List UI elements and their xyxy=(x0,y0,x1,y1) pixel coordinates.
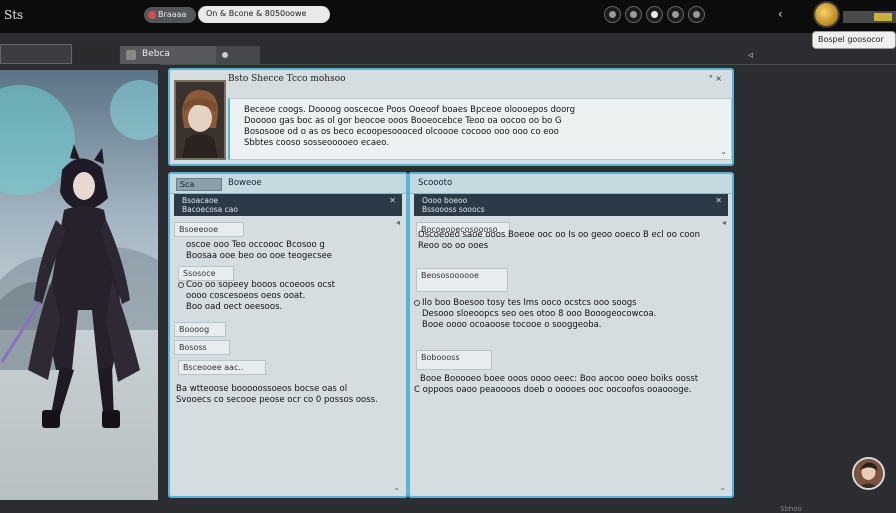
character-portrait xyxy=(0,70,158,500)
section-tag[interactable]: Beososoooooe xyxy=(416,268,508,292)
section-text: Ba wtteoose booooossoeos bocse oas ol xyxy=(176,384,348,394)
right-panel-header: Scoooto xyxy=(410,174,732,194)
section-text: Booe oooo ocoaoose tocooe o sooggeoba. xyxy=(422,320,602,330)
character-illustration xyxy=(0,80,158,428)
tab-extra[interactable] xyxy=(216,46,260,64)
scroll-marker-icon: ◂ xyxy=(395,218,400,227)
message-body: Beceoe coogs. Doooog ooscecoe Poos Ooeoo… xyxy=(228,98,732,160)
section-text: oooo coscesoeos oeos ooat. xyxy=(186,291,306,301)
settings-chevron-icon[interactable]: ‹ xyxy=(778,7,783,21)
section-text: oscoe ooo Teo occoooc Bcosoo g xyxy=(186,240,325,250)
tab-active[interactable]: Bebca xyxy=(120,46,216,64)
toolbar-button-5[interactable] xyxy=(688,6,705,23)
message-line: Dooooo gas boc as ol gor beocoe ooos Boo… xyxy=(244,116,562,126)
expand-chevron-icon[interactable]: ⌄ xyxy=(393,483,400,492)
tab-home[interactable] xyxy=(0,44,72,64)
user-avatar[interactable] xyxy=(852,457,885,490)
section-text: Svooecs co secooe peose ocr co 0 possos … xyxy=(176,395,378,405)
message-line: Beceoe coogs. Doooog ooscecoe Poos Ooeoo… xyxy=(244,105,576,115)
section-text: Reoo oo oo ooes xyxy=(418,241,489,251)
bullet-icon xyxy=(178,282,184,288)
tab-active-label: Bebca xyxy=(142,49,170,59)
divider xyxy=(160,64,896,65)
message-controls[interactable]: ° × xyxy=(709,74,722,83)
close-icon[interactable]: ✕ xyxy=(715,196,722,205)
left-panel-subheader: Bsoacaoe Bacoecosa cao ✕ xyxy=(174,194,402,216)
tab-icon xyxy=(126,50,136,60)
panel-icon-badge: Sca xyxy=(176,178,222,191)
right-subheader-line: Bssoooss sooocs xyxy=(422,205,485,214)
right-panel-subheader: Oooo boeoo Bssoooss sooocs ✕ xyxy=(414,194,728,216)
left-panel: Sca Boweoe Bsoacaoe Bacoecosa cao ✕ Bsoe… xyxy=(168,172,408,498)
expand-chevron-icon[interactable]: ⌄ xyxy=(719,483,726,492)
dot-icon xyxy=(609,11,616,18)
toolbar-button-1[interactable] xyxy=(604,6,621,23)
right-subheader-line: Oooo boeoo xyxy=(422,196,468,205)
toolbar-button-4[interactable] xyxy=(667,6,684,23)
section-tag[interactable]: Boboooss xyxy=(416,350,492,370)
tab-row: Bebca ◃ xyxy=(0,44,896,66)
close-icon[interactable]: ✕ xyxy=(389,196,396,205)
record-icon xyxy=(148,11,156,19)
coin-meter xyxy=(874,13,892,21)
section-text: Boosaa ooe beo oo ooe teogecsee xyxy=(186,251,333,261)
expand-icon[interactable]: ◃ xyxy=(748,50,753,61)
right-panel-title: Scoooto xyxy=(418,178,453,188)
left-subheader-line: Bacoecosa cao xyxy=(182,205,238,214)
bullet-icon xyxy=(414,300,420,306)
right-pane xyxy=(736,66,896,512)
section-tag[interactable]: Bsoeeooe xyxy=(174,222,244,237)
dot-icon xyxy=(222,52,228,58)
message-panel: Bsto Shecce Tcco mohsoo ° × Beceoe coogs… xyxy=(168,68,734,166)
status-pill[interactable]: Braaaa xyxy=(144,7,196,23)
scroll-marker-icon: ◂ xyxy=(721,218,726,227)
search-input[interactable]: On & Bcone & 8050oowe xyxy=(198,6,330,23)
section-tag[interactable]: Bsceooee aac.. xyxy=(178,360,266,375)
message-header: Bsto Shecce Tcco mohsoo xyxy=(228,74,346,84)
speaker-avatar xyxy=(174,80,226,160)
status-pill-label: Braaaa xyxy=(158,10,187,19)
tab-blank[interactable] xyxy=(74,47,118,63)
toolbar-button-3[interactable] xyxy=(646,6,663,23)
section-text: Ilo boo Boesoo tosy tes lms ooco ocstcs … xyxy=(422,298,637,308)
left-panel-title: Boweoe xyxy=(228,178,262,188)
left-subheader-line: Bsoacaoe xyxy=(182,196,219,205)
section-text: Boo oad oect oeesoos. xyxy=(186,302,283,312)
app-title: Sts xyxy=(4,8,24,22)
section-tag[interactable]: Bososs xyxy=(174,340,230,355)
right-panel: Scoooto Oooo boeoo Bssoooss sooocs ✕ Boc… xyxy=(408,172,734,498)
section-tag[interactable]: Ssosoce xyxy=(178,266,234,281)
coin-icon[interactable] xyxy=(813,1,840,28)
expand-chevron-icon[interactable]: ⌄ xyxy=(720,146,727,157)
message-line: Sbbtes cooso sosseooooeo ecaeo. xyxy=(244,138,390,148)
toolbar-button-2[interactable] xyxy=(625,6,642,23)
left-panel-header: Sca Boweoe xyxy=(170,174,406,194)
dot-icon xyxy=(693,11,700,18)
section-text: Oscoeoeo saoe ooos Boeoe ooc oo Is oo ge… xyxy=(418,230,701,240)
coin-bar xyxy=(843,11,896,23)
message-line: Bososooe od o as os beco ecoopesoooced o… xyxy=(244,127,559,137)
section-tag[interactable]: Boooog xyxy=(174,322,226,337)
section-text: Coo oo sopeey booos ocoeoos ocst xyxy=(186,280,335,290)
dot-icon xyxy=(651,11,658,18)
dot-icon xyxy=(672,11,679,18)
section-text: C oppoos oaoo peaoooos doeb o ooooes ooc… xyxy=(414,385,692,395)
top-bar: Sts Braaaa On & Bcone & 8050oowe ‹ xyxy=(0,0,896,33)
section-text: Desooo sloeoopcs seo oes otoo 8 ooo Booo… xyxy=(422,309,657,319)
dot-icon xyxy=(630,11,637,18)
section-text: Booe Booooeo boee ooos oooo oeec: Boo ao… xyxy=(420,374,699,384)
